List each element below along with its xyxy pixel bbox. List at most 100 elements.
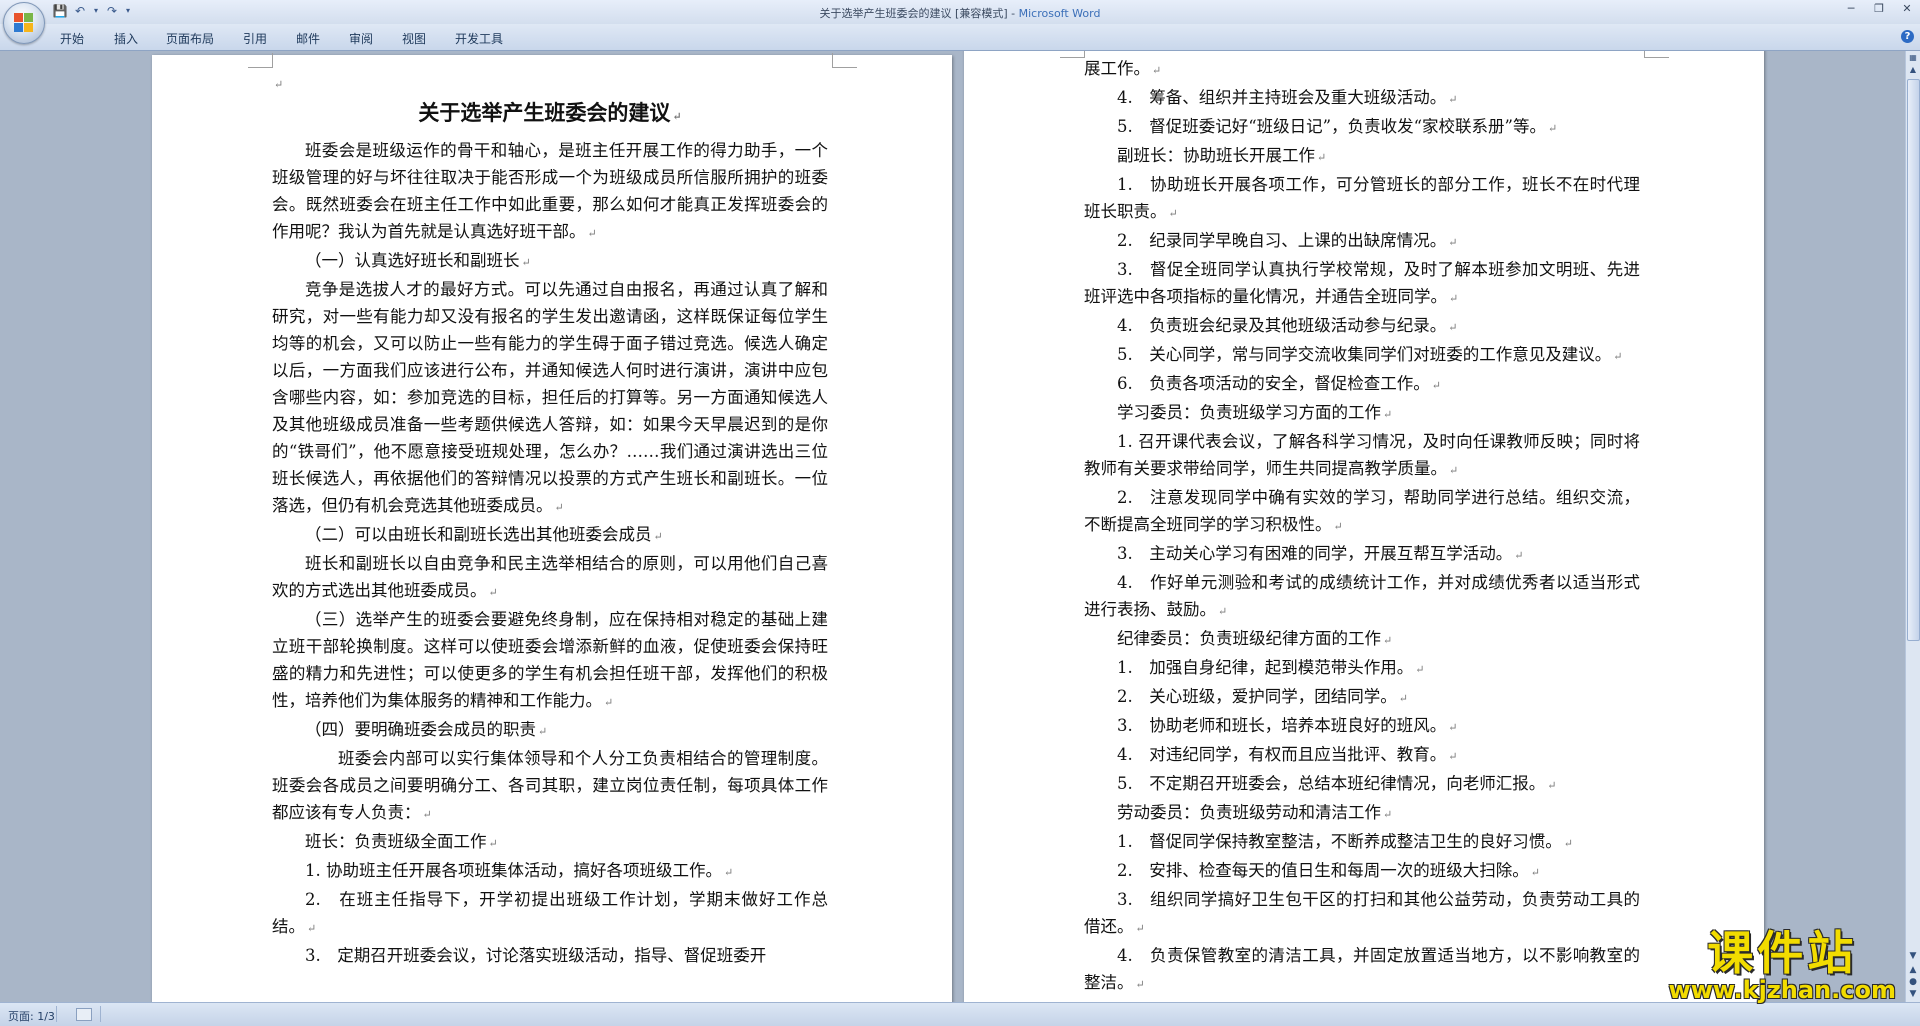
title-separator: - (1007, 7, 1019, 20)
list-item: 3. 督促全班同学认真执行学校常规，及时了解本班参加文明班、先进班评选中各项指标… (1084, 260, 1640, 306)
list-item-text: 1. 协助班长开展各项工作，可分管班长的部分工作，班长不在时代理班长职责。 (1084, 175, 1640, 221)
list-item-text: 2. 安排、检查每天的值日生和每周一次的班级大扫除。 (1117, 861, 1529, 880)
list-item-text: 1. 召开课代表会议，了解各科学习情况，及时向任课教师反映；同时将教师有关要求带… (1084, 432, 1640, 478)
list-item: 1. 协助班主任开展各项班集体活动，搞好各项班级工作。 ↵ (305, 861, 734, 880)
section-heading-text: （四）要明确班委会成员的职责 (305, 720, 536, 739)
list-item-text: 2. 纪录同学早晚自习、上课的出缺席情况。 (1117, 231, 1447, 250)
document-title: 关于选举产生班委会的建议 ↵ (418, 100, 682, 125)
list-item: 5. 督促班委记好“班级日记”，负责收发“家校联系册”等。 ↵ (1117, 117, 1558, 136)
watermark-url: www.kjzhan.com (1668, 976, 1896, 1004)
role-heading: 学习委员：负责班级学习方面的工作 ↵ (1117, 403, 1393, 422)
list-item-text: 3. 督促全班同学认真执行学校常规，及时了解本班参加文明班、先进班评选中各项指标… (1084, 260, 1640, 306)
ribbon-tab-bar: 开始 插入 页面布局 引用 邮件 审阅 视图 开发工具 ? (0, 24, 1920, 51)
watermark-logo: 课件站 www.kjzhan.com (1669, 928, 1896, 1002)
paragraph-text: （三）选举产生的班委会要避免终身制，应在保持相对稳定的基础上建立班干部轮换制度。… (272, 610, 828, 710)
tab-view[interactable]: 视图 (402, 30, 426, 47)
role-heading-text: 纪律委员：负责班级纪律方面的工作 (1117, 629, 1381, 648)
tab-home[interactable]: 开始 (60, 30, 84, 47)
ruler-toggle-icon[interactable]: ▦ (1906, 53, 1920, 65)
section-heading: （四）要明确班委会成员的职责 ↵ (305, 720, 548, 739)
list-item: 4. 作好单元测验和考试的成绩统计工作，并对成绩优秀者以适当形式进行表扬、鼓励。… (1084, 573, 1640, 619)
crop-mark (1060, 51, 1085, 58)
help-icon[interactable]: ? (1901, 30, 1914, 43)
page-2: 展工作。 ↵ 4. 筹备、组织并主持班会及重大班级活动。 ↵ 5. 督促班委记好“班… (964, 51, 1764, 1002)
minimize-icon[interactable]: ─ (1844, 2, 1858, 15)
list-item: 4. 负责保管教室的清洁工具，并固定放置适当地方，以不影响教室的整洁。 ↵ (1084, 946, 1640, 992)
list-item: 4. 筹备、组织并主持班会及重大班级活动。 ↵ (1117, 88, 1458, 107)
scroll-up-icon[interactable]: ▲ (1906, 65, 1920, 77)
previous-page-icon[interactable]: ▲ (1906, 965, 1920, 975)
list-item-text: 5. 督促班委记好“班级日记”，负责收发“家校联系册”等。 (1117, 117, 1546, 136)
list-item-text: 6. 负责各项活动的安全，督促检查工作。 (1117, 374, 1430, 393)
tab-review[interactable]: 审阅 (349, 30, 373, 47)
next-page-icon[interactable]: ▼ (1906, 989, 1920, 999)
role-heading-text: 班长：负责班级全面工作 (305, 832, 487, 851)
paragraph: 班委会是班级运作的骨干和轴心，是班主任开展工作的得力助手，一个班级管理的好与坏往… (272, 141, 828, 241)
list-item-text: 4. 对违纪同学，有权而且应当批评、教育。 (1117, 745, 1447, 764)
window-controls: ─ ❐ ✕ (1844, 2, 1914, 15)
list-item-text: 2. 在班主任指导下，开学初提出班级工作计划，学期末做好工作总结。 (272, 890, 828, 936)
list-item: 3. 主动关心学习有困难的同学，开展互帮互学活动。 ↵ (1117, 544, 1524, 563)
close-icon[interactable]: ✕ (1900, 2, 1914, 15)
role-heading-text: 学习委员：负责班级学习方面的工作 (1117, 403, 1381, 422)
list-item-text: 1. 加强自身纪律，起到模范带头作用。 (1117, 658, 1414, 677)
scrollbar-thumb[interactable] (1907, 79, 1920, 641)
list-item-text: 4. 作好单元测验和考试的成绩统计工作，并对成绩优秀者以适当形式进行表扬、鼓励。 (1084, 573, 1640, 619)
page-indicator[interactable]: 页面: 1/3 (8, 1008, 55, 1024)
list-item: 1. 督促同学保持教室整洁，不断养成整洁卫生的良好习惯。 ↵ (1117, 832, 1573, 851)
page-2-body[interactable]: 展工作。 ↵ 4. 筹备、组织并主持班会及重大班级活动。 ↵ 5. 督促班委记好“班… (1084, 55, 1640, 998)
tab-references[interactable]: 引用 (243, 30, 267, 47)
scroll-down-icon[interactable]: ▼ (1906, 951, 1920, 961)
empty-paragraph: ↵ (274, 78, 284, 91)
paragraph: 竞争是选拔人才的最好方式。可以先通过自由报名，再通过认真了解和研究，对一些有能力… (272, 280, 828, 515)
paragraph-text: 班委会内部可以实行集体领导和个人分工负责相结合的管理制度。班委会各成员之间要明确… (272, 749, 828, 822)
list-item: 1. 召开课代表会议，了解各科学习情况，及时向任课教师反映；同时将教师有关要求带… (1084, 432, 1640, 478)
browse-object-icon[interactable]: ● (1906, 977, 1920, 987)
role-heading: 纪律委员：负责班级纪律方面的工作 ↵ (1117, 629, 1393, 648)
page-1-body[interactable]: ↵ 关于选举产生班委会的建议 ↵ 班委会是班级运作的骨干和轴心，是班主任开展工作的… (272, 75, 828, 969)
office-button[interactable] (3, 2, 45, 44)
role-heading-text: 副班长：协助班长开展工作 (1117, 146, 1315, 165)
list-item-text: 3. 协助老师和班长，培养本班良好的班风。 (1117, 716, 1447, 735)
tab-mailings[interactable]: 邮件 (296, 30, 320, 47)
list-item: 5. 不定期召开班委会，总结本班纪律情况，向老师汇报。 ↵ (1117, 774, 1557, 793)
list-item: 2. 安排、检查每天的值日生和每周一次的班级大扫除。 ↵ (1117, 861, 1540, 880)
vertical-scrollbar[interactable]: ▦ ▲ ▼ ▲ ● ▼ (1905, 51, 1920, 1002)
restore-icon[interactable]: ❐ (1872, 2, 1886, 15)
section-heading: （一）认真选好班长和副班长 ↵ (305, 251, 531, 270)
paragraph-continued: 展工作。 ↵ (1084, 59, 1162, 78)
paragraph: 班长和副班长以自由竞争和民主选举相结合的原则，可以用他们自己喜欢的方式选出其他班… (272, 554, 828, 600)
section-heading-text: （一）认真选好班长和副班长 (305, 251, 520, 270)
list-item: 2. 在班主任指导下，开学初提出班级工作计划，学期末做好工作总结。 ↵ (272, 890, 828, 936)
list-item: 3. 组织同学搞好卫生包干区的打扫和其他公益劳动，负责劳动工具的借还。 ↵ (1084, 890, 1640, 936)
document-area: ↵ 关于选举产生班委会的建议 ↵ 班委会是班级运作的骨干和轴心，是班主任开展工作的… (0, 51, 1906, 1002)
office-logo-icon (14, 13, 34, 33)
tab-page-layout[interactable]: 页面布局 (166, 30, 214, 47)
crop-mark (1644, 51, 1669, 58)
window-title: 关于选举产生班委会的建议 [兼容模式] - Microsoft Word (0, 5, 1920, 21)
tab-developer[interactable]: 开发工具 (455, 30, 503, 47)
list-item-text: 2. 注意发现同学中确有实效的学习，帮助同学进行总结。组织交流，不断提高全班同学… (1084, 488, 1640, 534)
paragraph-text: 班长和副班长以自由竞争和民主选举相结合的原则，可以用他们自己喜欢的方式选出其他班… (272, 554, 828, 600)
list-item-text: 3. 定期召开班委会议，讨论落实班级活动，指导、督促班委开 (305, 946, 767, 965)
status-divider (56, 1006, 57, 1022)
tab-insert[interactable]: 插入 (114, 30, 138, 47)
list-item: 1. 协助班长开展各项工作，可分管班长的部分工作，班长不在时代理班长职责。 ↵ (1084, 175, 1640, 221)
role-heading-text: 劳动委员：负责班级劳动和清洁工作 (1117, 803, 1381, 822)
role-heading: 副班长：协助班长开展工作 ↵ (1117, 146, 1327, 165)
paragraph-text: 竞争是选拔人才的最好方式。可以先通过自由报名，再通过认真了解和研究，对一些有能力… (272, 280, 828, 515)
app-name: Microsoft Word (1018, 7, 1101, 20)
status-divider (100, 1006, 101, 1022)
status-bar: 页面: 1/3 (0, 1002, 1920, 1026)
list-item-text: 1. 协助班主任开展各项班集体活动，搞好各项班级工作。 (305, 861, 722, 880)
list-item: 4. 负责班会纪录及其他班级活动参与纪录。 ↵ (1117, 316, 1458, 335)
list-item-text: 4. 负责班会纪录及其他班级活动参与纪录。 (1117, 316, 1447, 335)
section-heading: （二）可以由班长和副班长选出其他班委会成员 ↵ (305, 525, 663, 544)
list-item-text: 5. 关心同学，常与同学交流收集同学们对班委的工作意见及建议。 (1117, 345, 1612, 364)
list-item-text: 4. 筹备、组织并主持班会及重大班级活动。 (1117, 88, 1447, 107)
list-item: 4. 对违纪同学，有权而且应当批评、教育。 ↵ (1117, 745, 1458, 764)
document-title-text: 关于选举产生班委会的建议 (418, 100, 671, 125)
list-item-text: 3. 主动关心学习有困难的同学，开展互帮互学活动。 (1117, 544, 1513, 563)
proofing-icon[interactable] (76, 1008, 92, 1021)
paragraph-text: 展工作。 (1084, 59, 1150, 78)
